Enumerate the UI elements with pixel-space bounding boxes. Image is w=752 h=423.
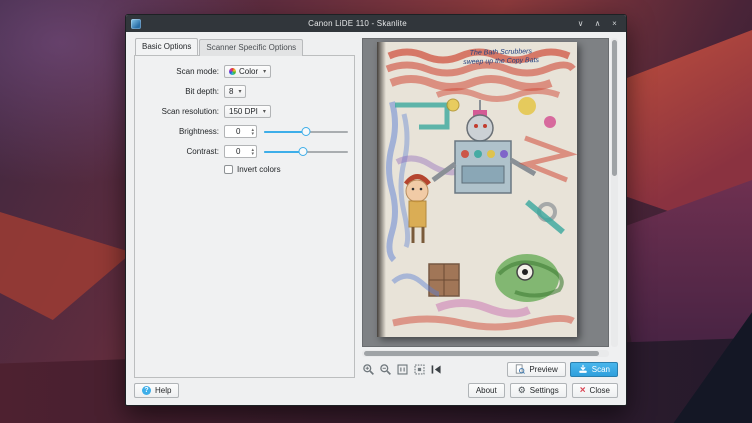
wallpaper-shape — [612, 180, 752, 350]
scan-mode-label: Scan mode: — [141, 67, 219, 76]
help-button[interactable]: ? Help — [134, 383, 179, 398]
titlebar[interactable]: Canon LiDE 110 - Skanlite ∨ ∧ × — [126, 15, 626, 32]
settings-button[interactable]: ⚙ Settings — [510, 383, 567, 398]
zoom-out-icon[interactable] — [379, 363, 392, 376]
preview-doc-icon — [515, 364, 525, 374]
bit-depth-row: Bit depth: 8 ▾ — [141, 85, 348, 98]
brightness-row: Brightness: 0 ▴▾ — [141, 125, 348, 138]
brightness-slider[interactable] — [264, 125, 348, 138]
zoom-in-icon[interactable] — [362, 363, 375, 376]
scan-button[interactable]: Scan — [570, 362, 618, 377]
close-button[interactable]: × Close — [572, 383, 618, 398]
options-column: Basic Options Scanner Specific Options S… — [134, 38, 355, 378]
spinner-arrows[interactable]: ▴▾ — [251, 128, 256, 136]
zoom-fit-icon[interactable] — [413, 363, 426, 376]
chevron-down-icon: ▾ — [263, 108, 266, 115]
close-button-label: Close — [590, 386, 610, 395]
window-title: Canon LiDE 110 - Skanlite — [145, 19, 570, 28]
gear-icon: ⚙ — [518, 386, 526, 395]
window-content: Basic Options Scanner Specific Options S… — [126, 32, 626, 405]
close-window-icon[interactable]: × — [608, 15, 621, 32]
scan-resolution-value: 150 DPI — [229, 107, 258, 116]
help-button-label: Help — [155, 386, 171, 395]
help-icon: ? — [142, 386, 151, 395]
horizontal-scrollbar-thumb[interactable] — [364, 351, 599, 356]
drawing-caption: The Bath Scrubbers sweep up the Copy Bat… — [431, 47, 571, 68]
contrast-slider[interactable] — [264, 145, 348, 158]
scan-button-label: Scan — [592, 365, 610, 374]
horizontal-scrollbar[interactable] — [362, 350, 609, 357]
preview-button-label: Preview — [529, 365, 557, 374]
scan-resolution-select[interactable]: 150 DPI ▾ — [224, 105, 271, 118]
brightness-slider-handle[interactable] — [302, 127, 311, 136]
bit-depth-value: 8 — [229, 87, 233, 96]
settings-button-label: Settings — [530, 386, 559, 395]
tab-basic-options[interactable]: Basic Options — [135, 38, 198, 55]
about-button-label: About — [476, 386, 497, 395]
chevron-down-icon: ▾ — [263, 68, 266, 75]
chevron-down-icon: ▾ — [238, 88, 241, 95]
preview-area[interactable]: The Bath Scrubbers sweep up the Copy Bat… — [362, 38, 609, 347]
scan-mode-value: Color — [239, 67, 258, 76]
contrast-spinbox[interactable]: 0 ▴▾ — [224, 145, 257, 158]
scan-resolution-label: Scan resolution: — [141, 107, 219, 116]
crayon-drawing — [377, 42, 577, 337]
vertical-scrollbar-thumb[interactable] — [612, 40, 617, 176]
scan-mode-row: Scan mode: Color ▾ — [141, 65, 348, 78]
invert-colors-label[interactable]: Invert colors — [237, 165, 281, 174]
contrast-slider-handle[interactable] — [299, 147, 308, 156]
vertical-scrollbar[interactable] — [611, 38, 618, 347]
tab-bar: Basic Options Scanner Specific Options — [135, 38, 355, 55]
skanlite-window: Canon LiDE 110 - Skanlite ∨ ∧ × Basic Op… — [125, 14, 627, 406]
app-icon — [131, 19, 141, 29]
invert-colors-checkbox[interactable] — [224, 165, 233, 174]
spinner-arrows[interactable]: ▴▾ — [251, 148, 256, 156]
invert-colors-row: Invert colors — [224, 165, 348, 174]
dialog-button-row: ? Help About ⚙ Settings × Close — [134, 383, 618, 398]
contrast-value: 0 — [225, 147, 251, 156]
scan-resolution-row: Scan resolution: 150 DPI ▾ — [141, 105, 348, 118]
bit-depth-select[interactable]: 8 ▾ — [224, 85, 246, 98]
basic-options-panel: Scan mode: Color ▾ Bit depth: 8 ▾ — [134, 55, 355, 378]
preview-toolbar: Preview Scan — [362, 360, 618, 378]
desktop: Canon LiDE 110 - Skanlite ∨ ∧ × Basic Op… — [0, 0, 752, 423]
brightness-spinbox[interactable]: 0 ▴▾ — [224, 125, 257, 138]
scan-icon — [578, 364, 588, 374]
scanned-image: The Bath Scrubbers sweep up the Copy Bat… — [377, 42, 577, 337]
wallpaper-shape — [0, 185, 132, 320]
contrast-label: Contrast: — [141, 147, 219, 156]
tab-scanner-specific-options[interactable]: Scanner Specific Options — [199, 39, 303, 56]
about-button[interactable]: About — [468, 383, 505, 398]
close-icon: × — [580, 386, 586, 396]
zoom-original-icon[interactable] — [396, 363, 409, 376]
preview-column: The Bath Scrubbers sweep up the Copy Bat… — [362, 38, 618, 378]
preview-button[interactable]: Preview — [507, 362, 565, 377]
brightness-label: Brightness: — [141, 127, 219, 136]
selection-arrow-icon[interactable] — [430, 363, 443, 376]
scan-mode-select[interactable]: Color ▾ — [224, 65, 271, 78]
color-mode-icon — [229, 68, 236, 75]
bit-depth-label: Bit depth: — [141, 87, 219, 96]
brightness-value: 0 — [225, 127, 251, 136]
maximize-icon[interactable]: ∧ — [591, 15, 604, 32]
minimize-icon[interactable]: ∨ — [574, 15, 587, 32]
contrast-row: Contrast: 0 ▴▾ — [141, 145, 348, 158]
